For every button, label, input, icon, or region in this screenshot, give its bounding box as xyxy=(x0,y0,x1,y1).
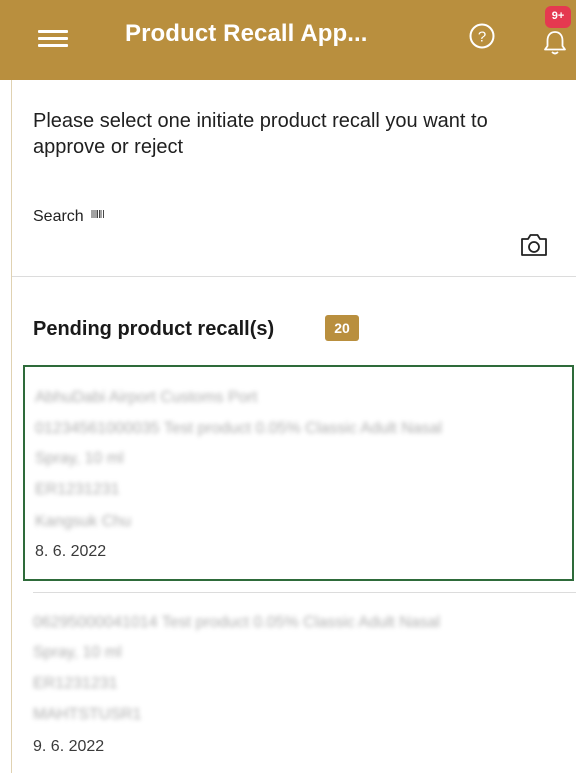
recall-list-item[interactable]: AbhuDabi Airport Customs Port 0123456100… xyxy=(23,365,574,581)
recall-location: AbhuDabi Airport Customs Port xyxy=(35,389,258,406)
instruction-text: Please select one initiate product recal… xyxy=(33,110,488,158)
notification-badge: 9+ xyxy=(545,6,571,28)
recall-list-item[interactable]: 06295000041014 Test product 0.05% Classi… xyxy=(23,600,576,773)
recall-user: Kangsuk Chu xyxy=(35,513,132,530)
app-bar: Product Recall App... ? xyxy=(0,0,576,80)
recall-date: 8. 6. 2022 xyxy=(35,543,107,560)
pending-count-badge: 20 xyxy=(325,315,359,341)
svg-text:?: ? xyxy=(478,29,486,46)
recall-product: 06295000041014 Test product 0.05% Classi… xyxy=(33,614,441,631)
recall-code: ER1231231 xyxy=(35,481,120,498)
camera-icon[interactable] xyxy=(518,232,550,258)
menu-line xyxy=(38,37,68,40)
recall-date: 9. 6. 2022 xyxy=(33,738,105,755)
app-title: Product Recall App... xyxy=(125,20,368,47)
content-border xyxy=(11,80,12,773)
recall-user: MAHTSTUSR1 xyxy=(33,706,142,723)
recall-code: ER1231231 xyxy=(33,675,118,692)
barcode-icon xyxy=(91,206,105,224)
recall-product-size: Spray, 10 ml xyxy=(35,450,124,467)
question-circle-icon[interactable]: ? xyxy=(468,22,496,50)
divider xyxy=(12,276,576,277)
menu-line xyxy=(38,30,68,33)
recall-product-size: Spray, 10 ml xyxy=(33,644,122,661)
search-label: Search xyxy=(33,208,84,225)
hamburger-menu-icon[interactable] xyxy=(38,24,68,54)
menu-line xyxy=(38,44,68,47)
search-field[interactable]: Search xyxy=(33,208,105,226)
pending-section-title: Pending product recall(s) xyxy=(33,318,275,340)
divider xyxy=(33,592,576,593)
recall-product: 01234561000035 Test product 0.05% Classi… xyxy=(35,420,443,437)
